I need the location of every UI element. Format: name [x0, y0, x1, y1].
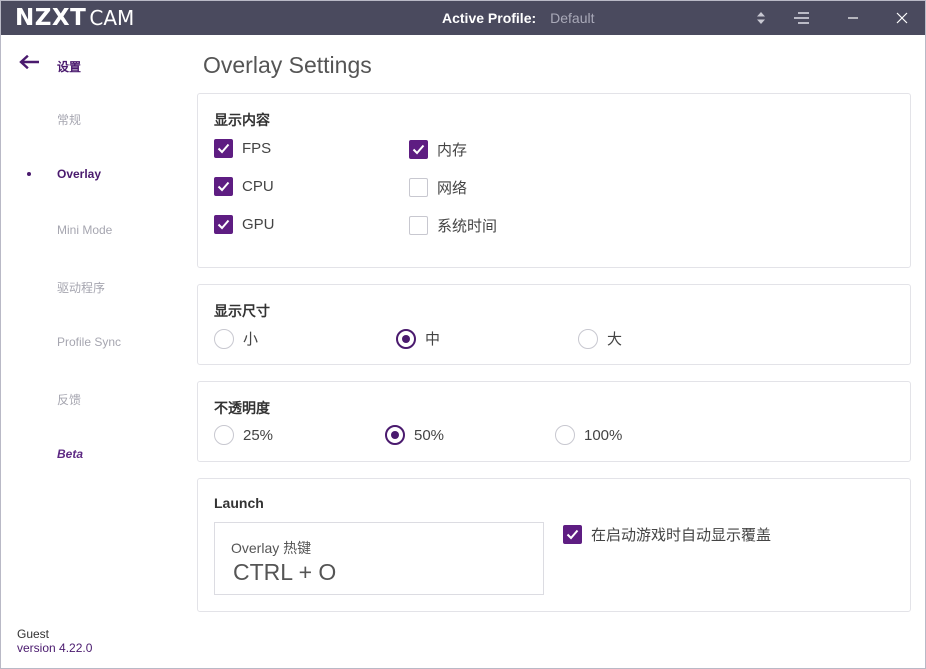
settings-label: 设置	[57, 60, 82, 74]
checkbox-network-label: 网络	[437, 180, 468, 197]
display-size-card: 显示尺寸 小 中 大	[197, 284, 911, 365]
opacity-title: 不透明度	[214, 400, 270, 416]
radio-size-large[interactable]: 大	[578, 328, 622, 349]
radio-unselected-icon	[578, 328, 598, 349]
launch-title: Launch	[214, 495, 264, 511]
checkbox-checked-icon	[563, 525, 582, 544]
radio-unselected-icon	[555, 425, 575, 445]
user-name: Guest	[17, 627, 50, 641]
sidebar-item-general[interactable]: 常规	[57, 111, 81, 128]
menu-lines-icon	[794, 12, 809, 24]
logo-main-text: NZXT	[15, 5, 87, 31]
account-footer: Guest version 4.22.0	[17, 627, 92, 655]
checkbox-system-time-label: 系统时间	[437, 218, 498, 235]
back-button[interactable]	[19, 55, 39, 69]
menu-button[interactable]	[784, 1, 820, 35]
radio-opacity-100[interactable]: 100%	[555, 425, 622, 445]
version-text: version 4.22.0	[17, 641, 93, 655]
checkbox-memory-label: 内存	[437, 142, 468, 159]
hotkey-label: Overlay 热键	[231, 540, 312, 556]
checkbox-checked-icon	[214, 215, 233, 234]
checkbox-checked-icon	[214, 139, 233, 158]
hotkey-input[interactable]: Overlay 热键 CTRL + O	[214, 522, 544, 595]
checkbox-gpu-label: GPU	[242, 216, 275, 233]
arrow-left-icon	[19, 55, 39, 69]
app-window: NZXT CAM Active Profile: Default 设置 常规 O…	[0, 0, 926, 669]
radio-opacity-25-label: 25%	[243, 426, 274, 444]
minimize-icon	[848, 17, 858, 19]
checkbox-system-time[interactable]: 系统时间	[409, 215, 497, 236]
logo-sub-text: CAM	[89, 6, 135, 30]
active-profile-value: Default	[550, 10, 595, 26]
checkbox-gpu[interactable]: GPU	[214, 215, 275, 234]
radio-selected-icon	[385, 425, 405, 445]
radio-opacity-50-label: 50%	[414, 426, 445, 444]
radio-size-large-label: 大	[607, 331, 623, 348]
radio-unselected-icon	[214, 425, 234, 445]
checkbox-auto-show-label: 在启动游戏时自动显示覆盖	[591, 527, 772, 544]
sidebar-item-overlay[interactable]: Overlay	[57, 167, 101, 181]
profile-switch-button[interactable]	[743, 1, 779, 35]
launch-card: Launch Overlay 热键 CTRL + O 在启动游戏时自动显示覆盖	[197, 478, 911, 612]
checkbox-unchecked-icon	[409, 178, 428, 197]
radio-size-medium-label: 中	[425, 331, 441, 348]
checkbox-auto-show-overlay[interactable]: 在启动游戏时自动显示覆盖	[563, 524, 771, 545]
checkbox-network[interactable]: 网络	[409, 177, 467, 198]
radio-opacity-50[interactable]: 50%	[385, 425, 444, 445]
sidebar-item-mini-mode[interactable]: Mini Mode	[57, 223, 112, 237]
sidebar: 设置 常规 Overlay Mini Mode 驱动程序 Profile Syn…	[1, 35, 186, 668]
title-bar: NZXT CAM Active Profile: Default	[1, 1, 925, 35]
radio-unselected-icon	[214, 328, 234, 349]
active-indicator-dot	[27, 172, 31, 176]
display-content-title: 显示内容	[214, 112, 270, 128]
checkbox-fps-label: FPS	[242, 140, 272, 157]
radio-size-small[interactable]: 小	[214, 328, 258, 349]
sort-arrows-icon	[757, 12, 765, 24]
checkbox-cpu[interactable]: CPU	[214, 177, 274, 196]
display-size-title: 显示尺寸	[214, 303, 270, 319]
radio-opacity-25[interactable]: 25%	[214, 425, 273, 445]
radio-opacity-100-label: 100%	[584, 426, 623, 444]
nzxt-cam-logo: NZXT CAM	[15, 4, 134, 32]
sidebar-item-profile-sync[interactable]: Profile Sync	[57, 335, 121, 349]
sidebar-item-feedback[interactable]: 反馈	[57, 391, 81, 408]
checkbox-unchecked-icon	[409, 216, 428, 235]
radio-size-small-label: 小	[243, 331, 259, 348]
checkbox-cpu-label: CPU	[242, 178, 274, 195]
radio-selected-icon	[396, 328, 416, 349]
hotkey-value: CTRL + O	[233, 559, 337, 585]
sidebar-item-drivers[interactable]: 驱动程序	[57, 279, 105, 296]
checkbox-fps[interactable]: FPS	[214, 139, 271, 158]
close-icon	[896, 12, 908, 24]
checkbox-memory[interactable]: 内存	[409, 139, 467, 160]
sidebar-item-beta[interactable]: Beta	[57, 447, 83, 461]
checkbox-checked-icon	[409, 140, 428, 159]
active-profile[interactable]: Active Profile: Default	[442, 10, 595, 26]
radio-size-medium[interactable]: 中	[396, 328, 440, 349]
page-title: Overlay Settings	[203, 52, 372, 78]
close-button[interactable]	[884, 1, 920, 35]
display-content-card: 显示内容 FPS CPU GPU 内存 网络 系统时间	[197, 93, 911, 268]
minimize-button[interactable]	[835, 1, 871, 35]
active-profile-label: Active Profile:	[442, 10, 537, 26]
checkbox-checked-icon	[214, 177, 233, 196]
opacity-card: 不透明度 25% 50% 100%	[197, 381, 911, 462]
